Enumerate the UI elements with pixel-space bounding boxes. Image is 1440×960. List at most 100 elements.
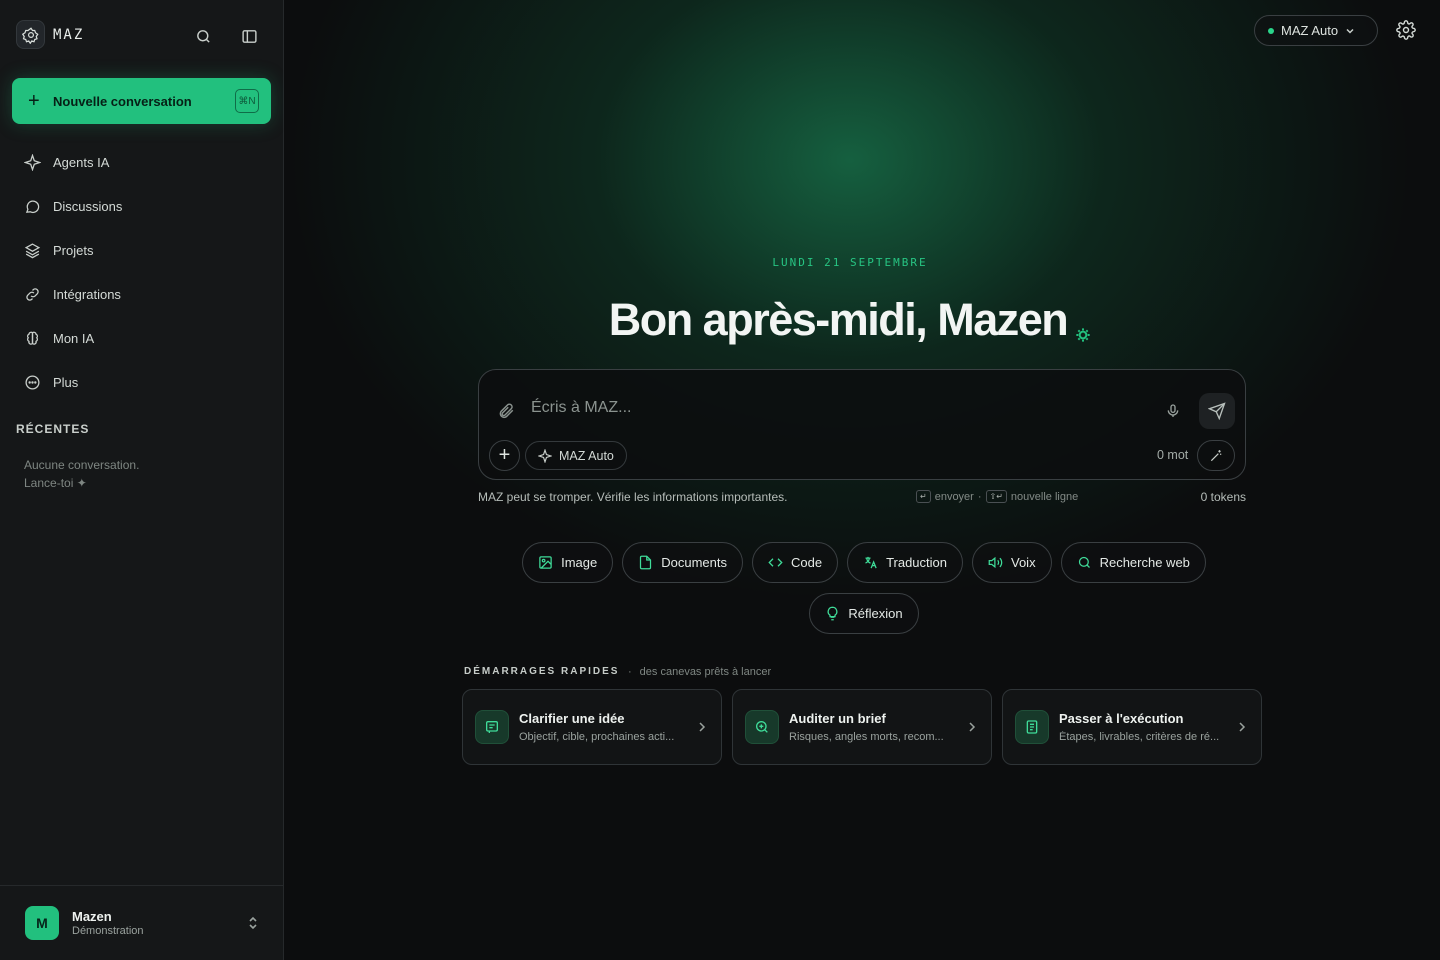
new-conversation-button[interactable]: + Nouvelle conversation ⌘N	[12, 78, 271, 124]
composer-model-label: MAZ Auto	[559, 448, 614, 463]
quick-card-auditer[interactable]: Auditer un brief Risques, angles morts, …	[732, 689, 992, 765]
chip-label: Recherche web	[1099, 555, 1190, 570]
composer: Écris à MAZ... + MAZ Auto 0 mot	[478, 369, 1246, 480]
logo-icon	[16, 20, 45, 49]
paperclip-icon[interactable]	[497, 402, 515, 425]
recent-empty-line: Aucune conversation.	[24, 458, 140, 472]
tool-chips: Image Documents Code Traduction Voix Rec…	[514, 542, 1214, 634]
word-count: 0 mot	[1157, 448, 1189, 462]
greeting-title: Bon après-midi, Mazen	[284, 292, 1416, 354]
sidebar-item-label: Agents IA	[53, 154, 110, 170]
chevron-right-icon	[969, 722, 976, 732]
sidebar-item-discussions[interactable]: Discussions	[16, 184, 268, 228]
zoom-icon	[745, 710, 779, 744]
magic-wand-icon	[1210, 449, 1222, 461]
sidebar-nav: Agents IA Discussions Projets Intégratio…	[16, 140, 268, 404]
user-menu[interactable]: M Mazen Démonstration	[0, 885, 283, 960]
card-subtitle: Risques, angles morts, recom...	[789, 731, 944, 743]
note-icon	[475, 710, 509, 744]
sidebar-item-integrations[interactable]: Intégrations	[16, 272, 268, 316]
chip-documents[interactable]: Documents	[622, 542, 743, 583]
status-dot	[1268, 27, 1274, 34]
shift-enter-key: ⇧↵	[985, 490, 1007, 503]
chevron-up-down-icon	[249, 916, 257, 930]
chip-code[interactable]: Code	[751, 542, 839, 583]
hint-separator: ·	[977, 490, 982, 503]
send-button[interactable]	[1199, 393, 1235, 429]
message-input[interactable]: Écris à MAZ...	[531, 399, 631, 417]
chip-label: Code	[790, 555, 823, 570]
quick-start-title: DÉMARRAGES RAPIDES	[464, 666, 620, 677]
card-title: Clarifier une idée	[519, 711, 625, 726]
sparkle-icon	[24, 153, 41, 171]
recent-empty-message: Aucune conversation. Lance-toi ✦	[24, 456, 224, 492]
add-attachment-button[interactable]: +	[489, 440, 520, 471]
user-name: Mazen	[72, 909, 112, 924]
brain-icon	[26, 331, 39, 345]
composer-model-chip[interactable]: MAZ Auto	[525, 441, 627, 470]
chip-reflexion[interactable]: Réflexion	[809, 593, 919, 634]
brand-name: MAZ	[53, 26, 85, 43]
microphone-icon[interactable]	[1165, 402, 1181, 425]
quick-start-cards: Clarifier une idée Objectif, cible, proc…	[462, 689, 1262, 765]
quick-start-separator: ·	[628, 666, 632, 678]
card-subtitle: Objectif, cible, prochaines acti...	[519, 731, 675, 743]
hint-send: envoyer	[934, 490, 974, 503]
sidebar-item-label: Plus	[53, 374, 79, 390]
token-count: 0 tokens	[1200, 490, 1246, 504]
speaker-icon	[988, 556, 1003, 569]
chip-image[interactable]: Image	[522, 542, 614, 583]
sidebar-item-label: Mon IA	[53, 330, 95, 346]
plus-icon: +	[28, 90, 40, 112]
quick-card-clarifier[interactable]: Clarifier une idée Objectif, cible, proc…	[462, 689, 722, 765]
sidebar-item-label: Intégrations	[53, 286, 121, 302]
sidebar-item-label: Projets	[53, 242, 94, 258]
search-icon[interactable]	[193, 26, 213, 46]
document-icon	[640, 555, 652, 570]
card-title: Auditer un brief	[789, 711, 886, 726]
shortcut-badge: ⌘N	[235, 89, 259, 113]
quick-start-subtitle: · des canevas prêts à lancer	[628, 666, 771, 678]
sidebar-item-plus[interactable]: Plus	[16, 360, 268, 404]
gear-icon[interactable]	[1396, 20, 1416, 45]
current-date: LUNDI 21 SEPTEMBRE	[772, 256, 928, 269]
sidebar-item-agents[interactable]: Agents IA	[16, 140, 268, 184]
chip-label: Documents	[661, 555, 727, 570]
recent-empty-line: Lance-toi ✦	[24, 476, 87, 490]
chip-recherche-web[interactable]: Recherche web	[1060, 542, 1206, 583]
brand[interactable]: MAZ	[16, 20, 84, 49]
more-circle-icon	[25, 374, 40, 390]
card-subtitle: Étapes, livrables, critères de ré...	[1059, 731, 1220, 743]
lightbulb-icon	[827, 606, 838, 621]
greeting-text: Bon après-midi, Mazen	[608, 293, 1069, 345]
chip-label: Traduction	[886, 555, 947, 570]
sidebar-item-label: Discussions	[53, 198, 123, 214]
recent-section-title: RÉCENTES	[16, 422, 90, 436]
chip-voix[interactable]: Voix	[972, 542, 1052, 583]
chevron-right-icon	[1239, 722, 1246, 732]
enter-key: ↵	[916, 490, 931, 503]
chat-bubble-icon	[25, 199, 40, 213]
keyboard-hints: ↵ envoyer · ⇧↵ nouvelle ligne	[916, 490, 1078, 503]
model-selector[interactable]: MAZ Auto	[1254, 15, 1378, 46]
chip-traduction[interactable]: Traduction	[847, 542, 963, 583]
user-subtitle: Démonstration	[72, 925, 144, 937]
link-icon	[26, 287, 39, 301]
main-area: MAZ Auto LUNDI 21 SEPTEMBRE Bon après-mi…	[284, 0, 1440, 960]
sparkle-icon	[538, 448, 552, 463]
code-icon	[768, 558, 783, 567]
disclaimer: MAZ peut se tromper. Vérifie les informa…	[478, 490, 788, 504]
sidebar-item-mon-ia[interactable]: Mon IA	[16, 316, 268, 360]
sidebar: MAZ + Nouvelle conversation ⌘N Agents IA…	[0, 0, 284, 960]
chevron-down-icon	[1346, 28, 1354, 34]
hint-newline: nouvelle ligne	[1010, 490, 1079, 503]
quick-card-execution[interactable]: Passer à l'exécution Étapes, livrables, …	[1002, 689, 1262, 765]
sidebar-item-projets[interactable]: Projets	[16, 228, 268, 272]
chip-label: Image	[561, 555, 598, 570]
enhance-prompt-button[interactable]	[1197, 440, 1235, 471]
sidebar-toggle-icon[interactable]	[239, 26, 259, 46]
checklist-icon	[1015, 710, 1049, 744]
search-icon	[1078, 556, 1090, 568]
chip-label: Réflexion	[848, 606, 903, 621]
chip-label: Voix	[1011, 555, 1036, 570]
